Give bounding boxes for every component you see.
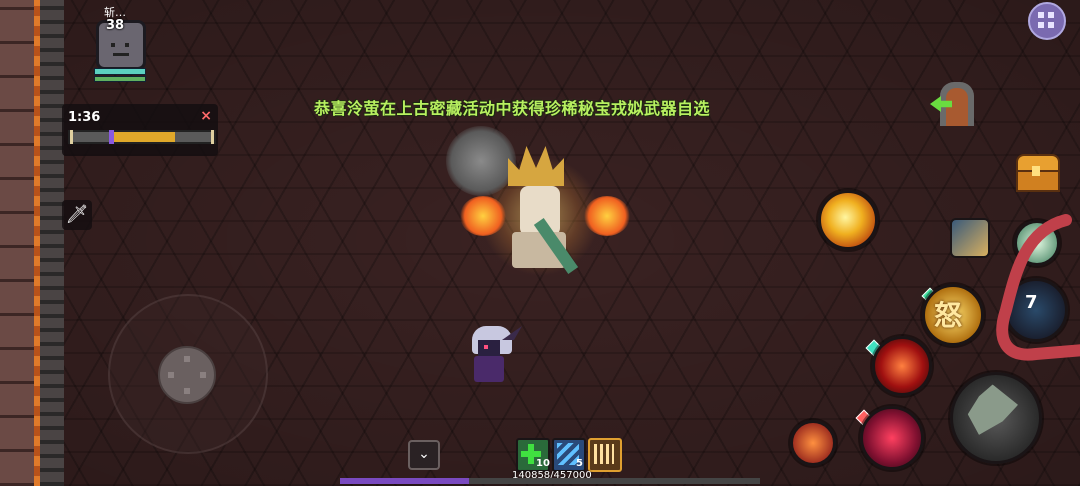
chest-lock (1032, 166, 1040, 176)
sword-icon[interactable]: 🗡 (62, 200, 92, 230)
exit-door-icon[interactable] (930, 82, 976, 128)
item-count-wave: 5 (576, 458, 583, 469)
wave-timer-panel: 1:36 × (62, 104, 218, 156)
boss-fire-wing-right (584, 196, 630, 236)
demon-skill-button[interactable] (872, 336, 932, 396)
sun-skill-button[interactable] (818, 190, 878, 250)
chevron-down-icon[interactable]: ⌄ (408, 440, 440, 470)
player-energy-bar (94, 76, 146, 82)
timer-text: 1:36 (68, 110, 101, 125)
timer-start-cap (70, 130, 73, 144)
menu-grid-icon[interactable] (1028, 2, 1066, 40)
timer-marker (108, 130, 114, 144)
player-health-bar (94, 68, 146, 75)
hero-body (474, 356, 504, 382)
rose-skill-button[interactable] (860, 406, 924, 470)
potion-icon[interactable] (790, 420, 836, 466)
movement-joystick-knob[interactable] (158, 346, 216, 404)
player-avatar[interactable]: 斩… 38 (92, 4, 148, 82)
joystick-dot-up (184, 356, 190, 362)
item-count-heal: 10 (536, 458, 550, 469)
joystick-dot-right (200, 372, 206, 378)
timer-end-cap (211, 130, 214, 144)
boss-enemy (440, 116, 640, 286)
experience-bar-fill (340, 478, 470, 484)
avatar-eye-right (125, 43, 129, 47)
experience-bar (340, 478, 760, 484)
annotation-path (996, 214, 1080, 361)
hero-face (478, 340, 500, 356)
player-character (462, 326, 522, 388)
left-wall (0, 0, 64, 486)
joystick-dot-down (184, 388, 190, 394)
avatar-eye-left (111, 43, 115, 47)
menu-grid-cell (1048, 12, 1054, 18)
wall-stones (40, 0, 64, 486)
menu-grid-cell (1038, 12, 1044, 18)
avatar-mouth (113, 53, 129, 56)
treasure-chest-icon[interactable] (1016, 154, 1060, 192)
joystick-dot-left (168, 372, 174, 378)
menu-grid-cell (1048, 22, 1054, 28)
boss-smoke (446, 126, 516, 196)
wall-bricks (0, 0, 34, 486)
menu-grid-cell (1038, 22, 1044, 28)
hero-eye (484, 345, 488, 349)
timer-progress-fill (108, 132, 176, 142)
boss-fire-wing-left (460, 196, 506, 236)
player-level: 38 (106, 18, 125, 33)
claw-icon (594, 444, 614, 464)
anger-skill-label: 怒 (934, 299, 963, 332)
red-annotation-stroke (996, 214, 1080, 361)
timer-progress-track (68, 130, 216, 144)
timer-close-button[interactable]: × (200, 108, 212, 124)
